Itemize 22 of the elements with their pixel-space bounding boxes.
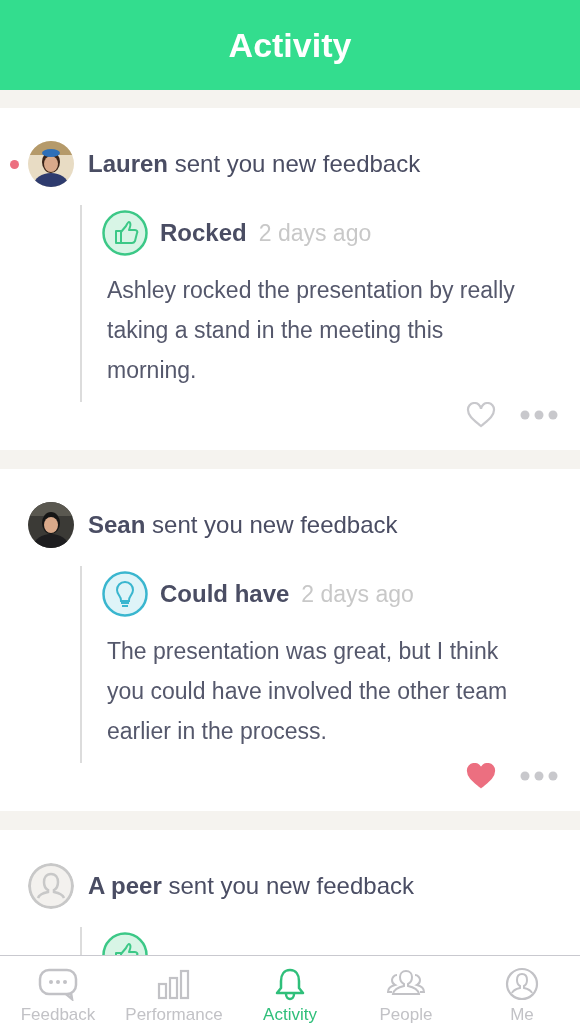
more-button[interactable] [520,410,558,420]
feedback-type: Rocked [160,219,247,247]
feed-headline: Sean sent you new feedback [88,511,398,539]
tab[interactable]: Me [464,956,580,1030]
feed-headline: Lauren sent you new feedback [88,150,421,178]
page-title: Activity [228,25,352,65]
like-button[interactable] [466,402,496,428]
tab[interactable]: Performance [116,956,232,1030]
like-button[interactable] [466,763,496,789]
feedback-text: The presentation was great, but I think you could have involved the other team earlier in the process. [107,637,509,746]
tab[interactable]: Feedback [0,956,116,1030]
tab[interactable]: Activity [232,956,348,1030]
feed-card[interactable]: A peer sent you new feedback [0,830,580,955]
feedback-type: Could have [160,580,290,608]
more-button[interactable] [520,771,558,781]
feed-headline: A peer sent you new feedback [88,872,414,900]
feedback-text: Ashley rocked the presentation by really taking a stand in the meeting this morning. [107,276,516,385]
thumbs-up-icon [102,210,148,256]
lightbulb-icon [102,571,148,617]
person-icon [28,863,74,909]
chat-bubble-icon [38,967,78,1001]
tab[interactable]: People [348,956,464,1030]
